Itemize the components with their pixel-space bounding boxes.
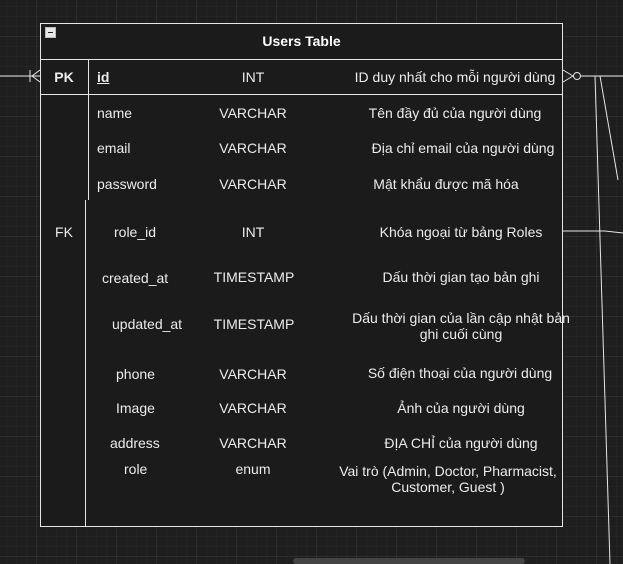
table-title: Users Table: [262, 33, 341, 49]
key-column-divider-upper: [88, 59, 89, 200]
field-type-cell: enum: [235, 461, 271, 477]
left-connector[interactable]: [0, 69, 41, 83]
field-name-cell: id: [97, 69, 110, 85]
pk-divider: [40, 94, 563, 95]
field-desc-cell: ID duy nhất cho mỗi người dùng: [354, 69, 556, 85]
field-desc-cell: Vai trò (Admin, Doctor, Pharmacist, Cust…: [339, 463, 557, 495]
field-type-cell: TIMESTAMP: [213, 316, 295, 332]
field-desc-cell: Địa chỉ email của người dùng: [371, 140, 555, 156]
field-desc-cell: Khóa ngoại từ bảng Roles: [379, 224, 543, 240]
right-connector-role[interactable]: [563, 230, 623, 234]
field-type-cell: TIMESTAMP: [213, 269, 295, 285]
field-type-cell: VARCHAR: [219, 366, 287, 382]
field-type-cell: VARCHAR: [219, 400, 287, 416]
field-name-cell: phone: [116, 366, 155, 382]
header-divider: [40, 59, 563, 60]
field-type-cell: INT: [241, 69, 265, 85]
field-name-cell: Image: [116, 400, 155, 416]
diagram-canvas[interactable]: Users Table PK id INT ID duy nhất cho mỗ…: [0, 0, 623, 564]
field-name-cell: password: [97, 176, 157, 192]
field-desc-cell: Số điện thoại của người dùng: [367, 365, 553, 381]
field-type-cell: VARCHAR: [219, 435, 287, 451]
field-desc-cell: Tên đầy đủ của người dùng: [368, 105, 542, 121]
field-name-cell: address: [110, 435, 160, 451]
field-name-cell: role_id: [114, 224, 157, 240]
field-name-cell: email: [97, 140, 131, 156]
field-desc-cell: Dấu thời gian tạo bản ghi: [382, 269, 540, 285]
key-cell: FK: [55, 224, 73, 240]
field-type-cell: VARCHAR: [219, 176, 287, 192]
field-name-cell: role: [124, 461, 148, 477]
field-type-cell: VARCHAR: [219, 105, 287, 121]
horizontal-scrollbar[interactable]: [293, 558, 525, 564]
field-desc-cell: Ảnh của người dùng: [397, 400, 525, 416]
field-desc-cell: ĐỊA CHỈ của người dùng: [384, 435, 538, 451]
field-type-cell: INT: [241, 224, 265, 240]
field-desc-cell: Dấu thời gian của lần cập nhật bản ghi c…: [352, 310, 570, 342]
key-column-divider-lower: [85, 200, 86, 527]
field-name-cell: created_at: [102, 270, 169, 286]
field-type-cell: VARCHAR: [219, 140, 287, 156]
key-cell: PK: [54, 69, 74, 85]
field-name-cell: updated_at: [112, 316, 183, 332]
field-desc-cell: Mật khẩu được mã hóa: [373, 176, 519, 192]
field-name-cell: name: [97, 105, 133, 121]
